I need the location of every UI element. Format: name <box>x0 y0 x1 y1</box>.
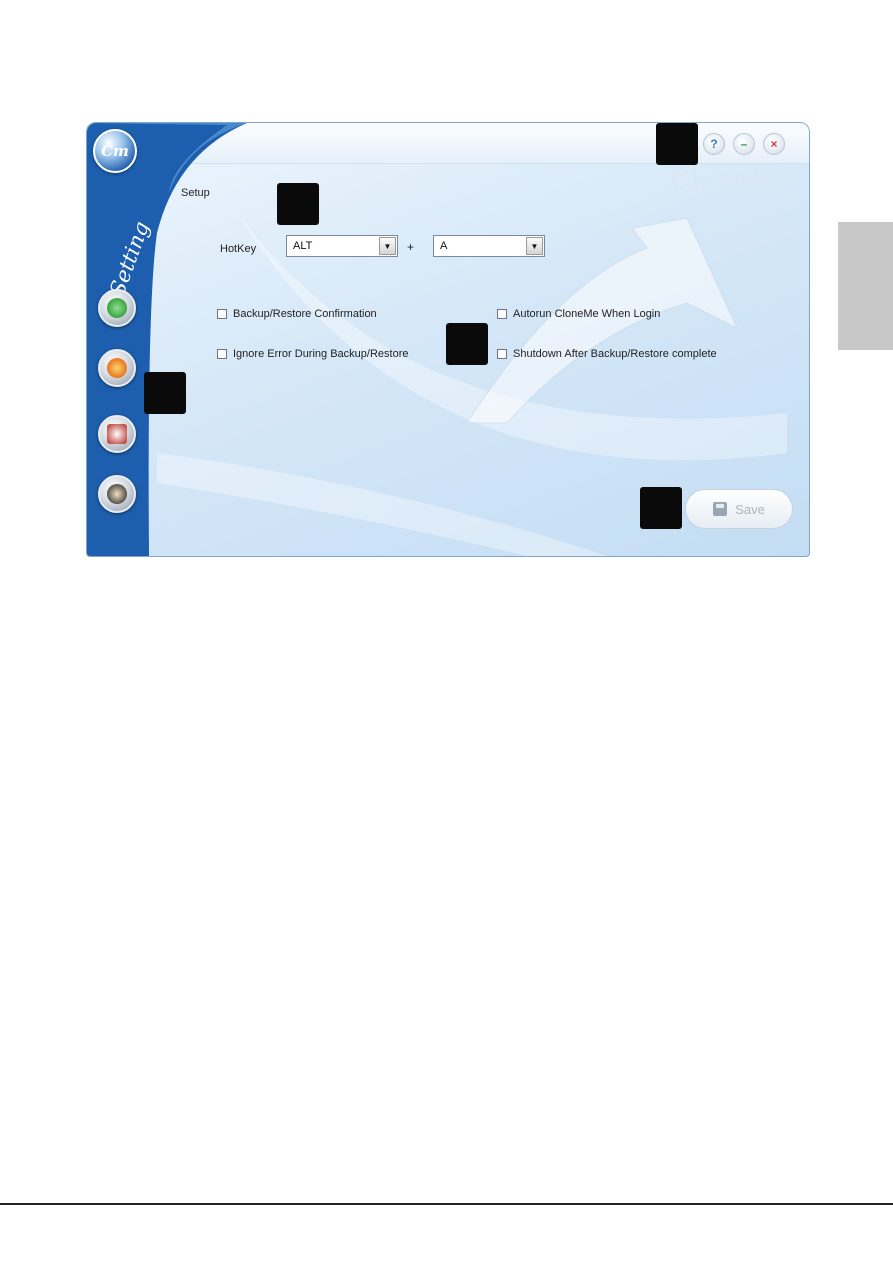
modifier-select[interactable]: ALT ▼ <box>286 235 398 257</box>
option-label: Shutdown After Backup/Restore complete <box>513 348 717 360</box>
save-button[interactable]: Save <box>685 489 793 529</box>
ignore-error-option[interactable]: Ignore Error During Backup/Restore <box>217 348 408 360</box>
sidebar: Cm Setting <box>87 123 247 556</box>
option-label: Autorun CloneMe When Login <box>513 308 661 320</box>
brand-watermark: CloneMe <box>671 165 792 194</box>
backup-icon <box>107 298 127 318</box>
callout-marker <box>640 487 682 529</box>
callout-marker <box>144 372 186 414</box>
checkbox[interactable] <box>217 309 227 319</box>
checkbox[interactable] <box>497 349 507 359</box>
chevron-down-icon[interactable]: ▼ <box>379 237 396 255</box>
callout-marker <box>277 183 319 225</box>
help-button[interactable]: ? <box>703 133 725 155</box>
save-label: Save <box>735 501 765 517</box>
save-disk-icon <box>713 502 728 516</box>
checkbox[interactable] <box>217 349 227 359</box>
section-label: Setup <box>181 187 210 199</box>
schedule-icon <box>107 424 127 444</box>
option-label: Backup/Restore Confirmation <box>233 308 377 320</box>
shutdown-after-option[interactable]: Shutdown After Backup/Restore complete <box>497 348 717 360</box>
schedule-nav-button[interactable] <box>98 415 136 453</box>
settings-icon <box>107 484 127 504</box>
minimize-icon: – <box>740 137 748 151</box>
key-value: A <box>440 240 448 252</box>
close-icon: × <box>770 137 778 151</box>
option-label: Ignore Error During Backup/Restore <box>233 348 409 360</box>
backup-confirm-option[interactable]: Backup/Restore Confirmation <box>217 308 377 320</box>
callout-marker <box>446 323 488 365</box>
page-side-tab <box>838 222 893 350</box>
minimize-button[interactable]: – <box>733 133 755 155</box>
key-select[interactable]: A ▼ <box>433 235 545 257</box>
restore-icon <box>107 358 127 378</box>
restore-nav-button[interactable] <box>98 349 136 387</box>
hotkey-label: HotKey <box>220 243 257 255</box>
footer-rule <box>0 1203 893 1205</box>
checkbox[interactable] <box>497 309 507 319</box>
plus-sign: + <box>407 240 415 254</box>
close-button[interactable]: × <box>763 133 785 155</box>
settings-nav-button[interactable] <box>98 475 136 513</box>
callout-marker <box>656 123 698 165</box>
modifier-value: ALT <box>293 240 313 252</box>
chevron-down-icon[interactable]: ▼ <box>526 237 543 255</box>
autorun-option[interactable]: Autorun CloneMe When Login <box>497 308 660 320</box>
app-logo: Cm <box>93 129 137 173</box>
backup-nav-button[interactable] <box>98 289 136 327</box>
help-icon: ? <box>710 137 718 151</box>
